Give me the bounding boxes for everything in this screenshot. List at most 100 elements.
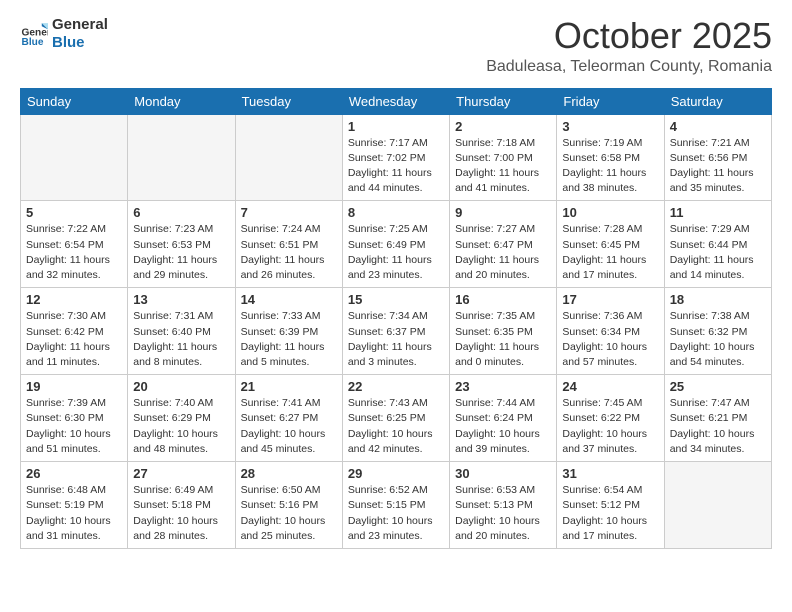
day-number: 23 [455,379,551,394]
day-number: 26 [26,466,122,481]
day-info: Sunrise: 6:50 AM Sunset: 5:16 PM Dayligh… [241,483,337,544]
calendar-cell [21,114,128,201]
location-title: Baduleasa, Teleorman County, Romania [486,58,772,76]
calendar-cell [235,114,342,201]
day-info: Sunrise: 7:30 AM Sunset: 6:42 PM Dayligh… [26,309,122,370]
calendar-cell: 22 Sunrise: 7:43 AM Sunset: 6:25 PM Dayli… [342,375,449,462]
day-number: 27 [133,466,229,481]
day-info: Sunrise: 7:34 AM Sunset: 6:37 PM Dayligh… [348,309,444,370]
day-number: 6 [133,205,229,220]
day-number: 7 [241,205,337,220]
day-number: 5 [26,205,122,220]
page-header: General Blue General Blue October 2025 B… [20,16,772,76]
calendar-cell: 29 Sunrise: 6:52 AM Sunset: 5:15 PM Dayli… [342,462,449,549]
day-number: 24 [562,379,658,394]
day-info: Sunrise: 7:38 AM Sunset: 6:32 PM Dayligh… [670,309,766,370]
day-info: Sunrise: 7:21 AM Sunset: 6:56 PM Dayligh… [670,136,766,197]
calendar-cell: 9 Sunrise: 7:27 AM Sunset: 6:47 PM Daylig… [450,201,557,288]
calendar-cell: 27 Sunrise: 6:49 AM Sunset: 5:18 PM Dayli… [128,462,235,549]
day-number: 3 [562,119,658,134]
calendar-cell: 28 Sunrise: 6:50 AM Sunset: 5:16 PM Dayli… [235,462,342,549]
day-number: 12 [26,292,122,307]
day-info: Sunrise: 7:23 AM Sunset: 6:53 PM Dayligh… [133,222,229,283]
day-number: 22 [348,379,444,394]
month-title: October 2025 [486,16,772,56]
day-info: Sunrise: 6:52 AM Sunset: 5:15 PM Dayligh… [348,483,444,544]
logo-icon: General Blue [20,20,48,48]
day-number: 8 [348,205,444,220]
calendar-cell: 21Sunrise: 7:41 AM Sunset: 6:27 PM Dayli… [235,375,342,462]
calendar-cell: 23 Sunrise: 7:44 AM Sunset: 6:24 PM Dayli… [450,375,557,462]
calendar-cell: 14Sunrise: 7:33 AM Sunset: 6:39 PM Dayli… [235,288,342,375]
day-number: 17 [562,292,658,307]
calendar-cell: 15 Sunrise: 7:34 AM Sunset: 6:37 PM Dayli… [342,288,449,375]
day-number: 21 [241,379,337,394]
calendar-cell: 17 Sunrise: 7:36 AM Sunset: 6:34 PM Dayli… [557,288,664,375]
day-number: 9 [455,205,551,220]
calendar-cell: 11Sunrise: 7:29 AM Sunset: 6:44 PM Dayli… [664,201,771,288]
day-info: Sunrise: 7:24 AM Sunset: 6:51 PM Dayligh… [241,222,337,283]
day-number: 10 [562,205,658,220]
calendar-cell: 13 Sunrise: 7:31 AM Sunset: 6:40 PM Dayli… [128,288,235,375]
day-info: Sunrise: 7:36 AM Sunset: 6:34 PM Dayligh… [562,309,658,370]
calendar-cell: 19 Sunrise: 7:39 AM Sunset: 6:30 PM Dayli… [21,375,128,462]
day-info: Sunrise: 7:31 AM Sunset: 6:40 PM Dayligh… [133,309,229,370]
logo: General Blue General Blue [20,16,108,52]
calendar-cell: 8 Sunrise: 7:25 AM Sunset: 6:49 PM Daylig… [342,201,449,288]
calendar-cell: 30 Sunrise: 6:53 AM Sunset: 5:13 PM Dayli… [450,462,557,549]
day-number: 29 [348,466,444,481]
day-number: 14 [241,292,337,307]
day-number: 18 [670,292,766,307]
day-info: Sunrise: 7:27 AM Sunset: 6:47 PM Dayligh… [455,222,551,283]
day-info: Sunrise: 7:44 AM Sunset: 6:24 PM Dayligh… [455,396,551,457]
day-info: Sunrise: 7:35 AM Sunset: 6:35 PM Dayligh… [455,309,551,370]
weekday-header-saturday: Saturday [664,88,771,114]
day-info: Sunrise: 7:18 AM Sunset: 7:00 PM Dayligh… [455,136,551,197]
svg-text:Blue: Blue [22,37,44,48]
day-number: 31 [562,466,658,481]
day-info: Sunrise: 6:54 AM Sunset: 5:12 PM Dayligh… [562,483,658,544]
day-info: Sunrise: 7:25 AM Sunset: 6:49 PM Dayligh… [348,222,444,283]
logo-blue: Blue [52,34,85,51]
day-number: 19 [26,379,122,394]
calendar-cell: 31 Sunrise: 6:54 AM Sunset: 5:12 PM Dayli… [557,462,664,549]
weekday-header-row: SundayMondayTuesdayWednesdayThursdayFrid… [21,88,772,114]
day-number: 20 [133,379,229,394]
week-row-4: 19 Sunrise: 7:39 AM Sunset: 6:30 PM Dayli… [21,375,772,462]
logo-general: General [52,16,108,33]
day-number: 30 [455,466,551,481]
week-row-3: 12 Sunrise: 7:30 AM Sunset: 6:42 PM Dayli… [21,288,772,375]
weekday-header-tuesday: Tuesday [235,88,342,114]
day-info: Sunrise: 6:49 AM Sunset: 5:18 PM Dayligh… [133,483,229,544]
day-info: Sunrise: 7:47 AM Sunset: 6:21 PM Dayligh… [670,396,766,457]
week-row-1: 1Sunrise: 7:17 AM Sunset: 7:02 PM Daylig… [21,114,772,201]
week-row-5: 26Sunrise: 6:48 AM Sunset: 5:19 PM Dayli… [21,462,772,549]
calendar-cell: 6 Sunrise: 7:23 AM Sunset: 6:53 PM Daylig… [128,201,235,288]
calendar-cell: 7 Sunrise: 7:24 AM Sunset: 6:51 PM Daylig… [235,201,342,288]
calendar-cell [128,114,235,201]
week-row-2: 5 Sunrise: 7:22 AM Sunset: 6:54 PM Daylig… [21,201,772,288]
calendar-cell: 16Sunrise: 7:35 AM Sunset: 6:35 PM Dayli… [450,288,557,375]
day-info: Sunrise: 6:53 AM Sunset: 5:13 PM Dayligh… [455,483,551,544]
calendar-cell: 12 Sunrise: 7:30 AM Sunset: 6:42 PM Dayli… [21,288,128,375]
day-info: Sunrise: 7:43 AM Sunset: 6:25 PM Dayligh… [348,396,444,457]
day-info: Sunrise: 7:19 AM Sunset: 6:58 PM Dayligh… [562,136,658,197]
day-info: Sunrise: 7:39 AM Sunset: 6:30 PM Dayligh… [26,396,122,457]
weekday-header-monday: Monday [128,88,235,114]
day-number: 15 [348,292,444,307]
calendar-table: SundayMondayTuesdayWednesdayThursdayFrid… [20,88,772,549]
calendar-cell: 2 Sunrise: 7:18 AM Sunset: 7:00 PM Daylig… [450,114,557,201]
calendar-cell: 3 Sunrise: 7:19 AM Sunset: 6:58 PM Daylig… [557,114,664,201]
calendar-cell: 20Sunrise: 7:40 AM Sunset: 6:29 PM Dayli… [128,375,235,462]
day-number: 28 [241,466,337,481]
calendar-cell: 24Sunrise: 7:45 AM Sunset: 6:22 PM Dayli… [557,375,664,462]
day-number: 13 [133,292,229,307]
day-number: 1 [348,119,444,134]
day-number: 2 [455,119,551,134]
calendar-cell: 25 Sunrise: 7:47 AM Sunset: 6:21 PM Dayli… [664,375,771,462]
day-number: 11 [670,205,766,220]
calendar-cell: 1Sunrise: 7:17 AM Sunset: 7:02 PM Daylig… [342,114,449,201]
calendar-cell [664,462,771,549]
day-number: 25 [670,379,766,394]
day-info: Sunrise: 7:22 AM Sunset: 6:54 PM Dayligh… [26,222,122,283]
